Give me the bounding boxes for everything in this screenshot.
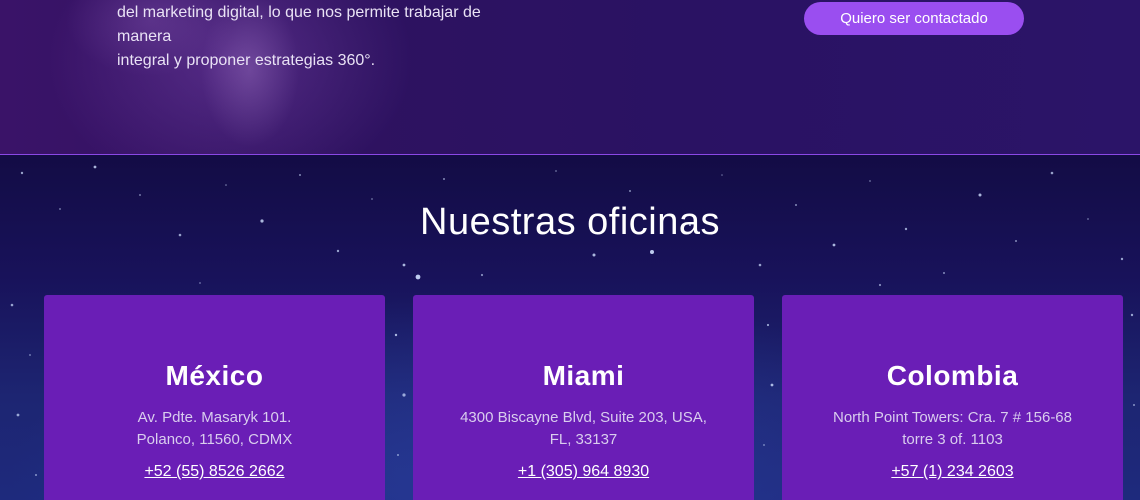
office-phone-link[interactable]: +57 (1) 234 2603: [782, 463, 1123, 481]
office-card-mexico: México Av. Pdte. Masaryk 101. Polanco, 1…: [44, 295, 385, 500]
office-city: México: [165, 360, 264, 391]
section-title: Nuestras oficinas: [420, 201, 720, 243]
office-phone-link[interactable]: +52 (55) 8526 2662: [44, 463, 385, 481]
office-address-line: torre 3 of. 1103: [902, 431, 1003, 448]
hero-text-line: del marketing digital, lo que nos permit…: [117, 4, 481, 21]
office-card-colombia: Colombia North Point Towers: Cra. 7 # 15…: [782, 295, 1123, 500]
hero-text-line: integral y proponer estrategias 360°.: [117, 52, 376, 69]
office-address: 4300 Biscayne Blvd, Suite 203, USA, FL, …: [433, 407, 734, 451]
office-city: Miami: [542, 360, 625, 391]
office-card-miami: Miami 4300 Biscayne Blvd, Suite 203, USA…: [413, 295, 754, 500]
office-city: Colombia: [886, 360, 1019, 391]
hero-description: del marketing digital, lo que nos permit…: [117, 1, 547, 73]
hero-section: del marketing digital, lo que nos permit…: [0, 0, 1140, 154]
office-address-line: Polanco, 11560, CDMX: [136, 431, 293, 448]
office-phone-link[interactable]: +1 (305) 964 8930: [413, 463, 754, 481]
hero-text-line: manera: [117, 28, 172, 45]
office-address-line: Av. Pdte. Masaryk 101.: [137, 409, 292, 426]
office-address-line: 4300 Biscayne Blvd, Suite 203, USA,: [460, 409, 707, 426]
contact-me-button[interactable]: Quiero ser contactado: [804, 2, 1024, 35]
offices-section: Nuestras oficinas México Av. Pdte. Masar…: [0, 155, 1140, 500]
office-address-line: North Point Towers: Cra. 7 # 156-68: [832, 409, 1072, 426]
office-address: North Point Towers: Cra. 7 # 156-68 torr…: [802, 407, 1103, 451]
office-address-line: FL, 33137: [549, 431, 618, 448]
office-address: Av. Pdte. Masaryk 101. Polanco, 11560, C…: [64, 407, 365, 451]
page: del marketing digital, lo que nos permit…: [0, 0, 1140, 500]
